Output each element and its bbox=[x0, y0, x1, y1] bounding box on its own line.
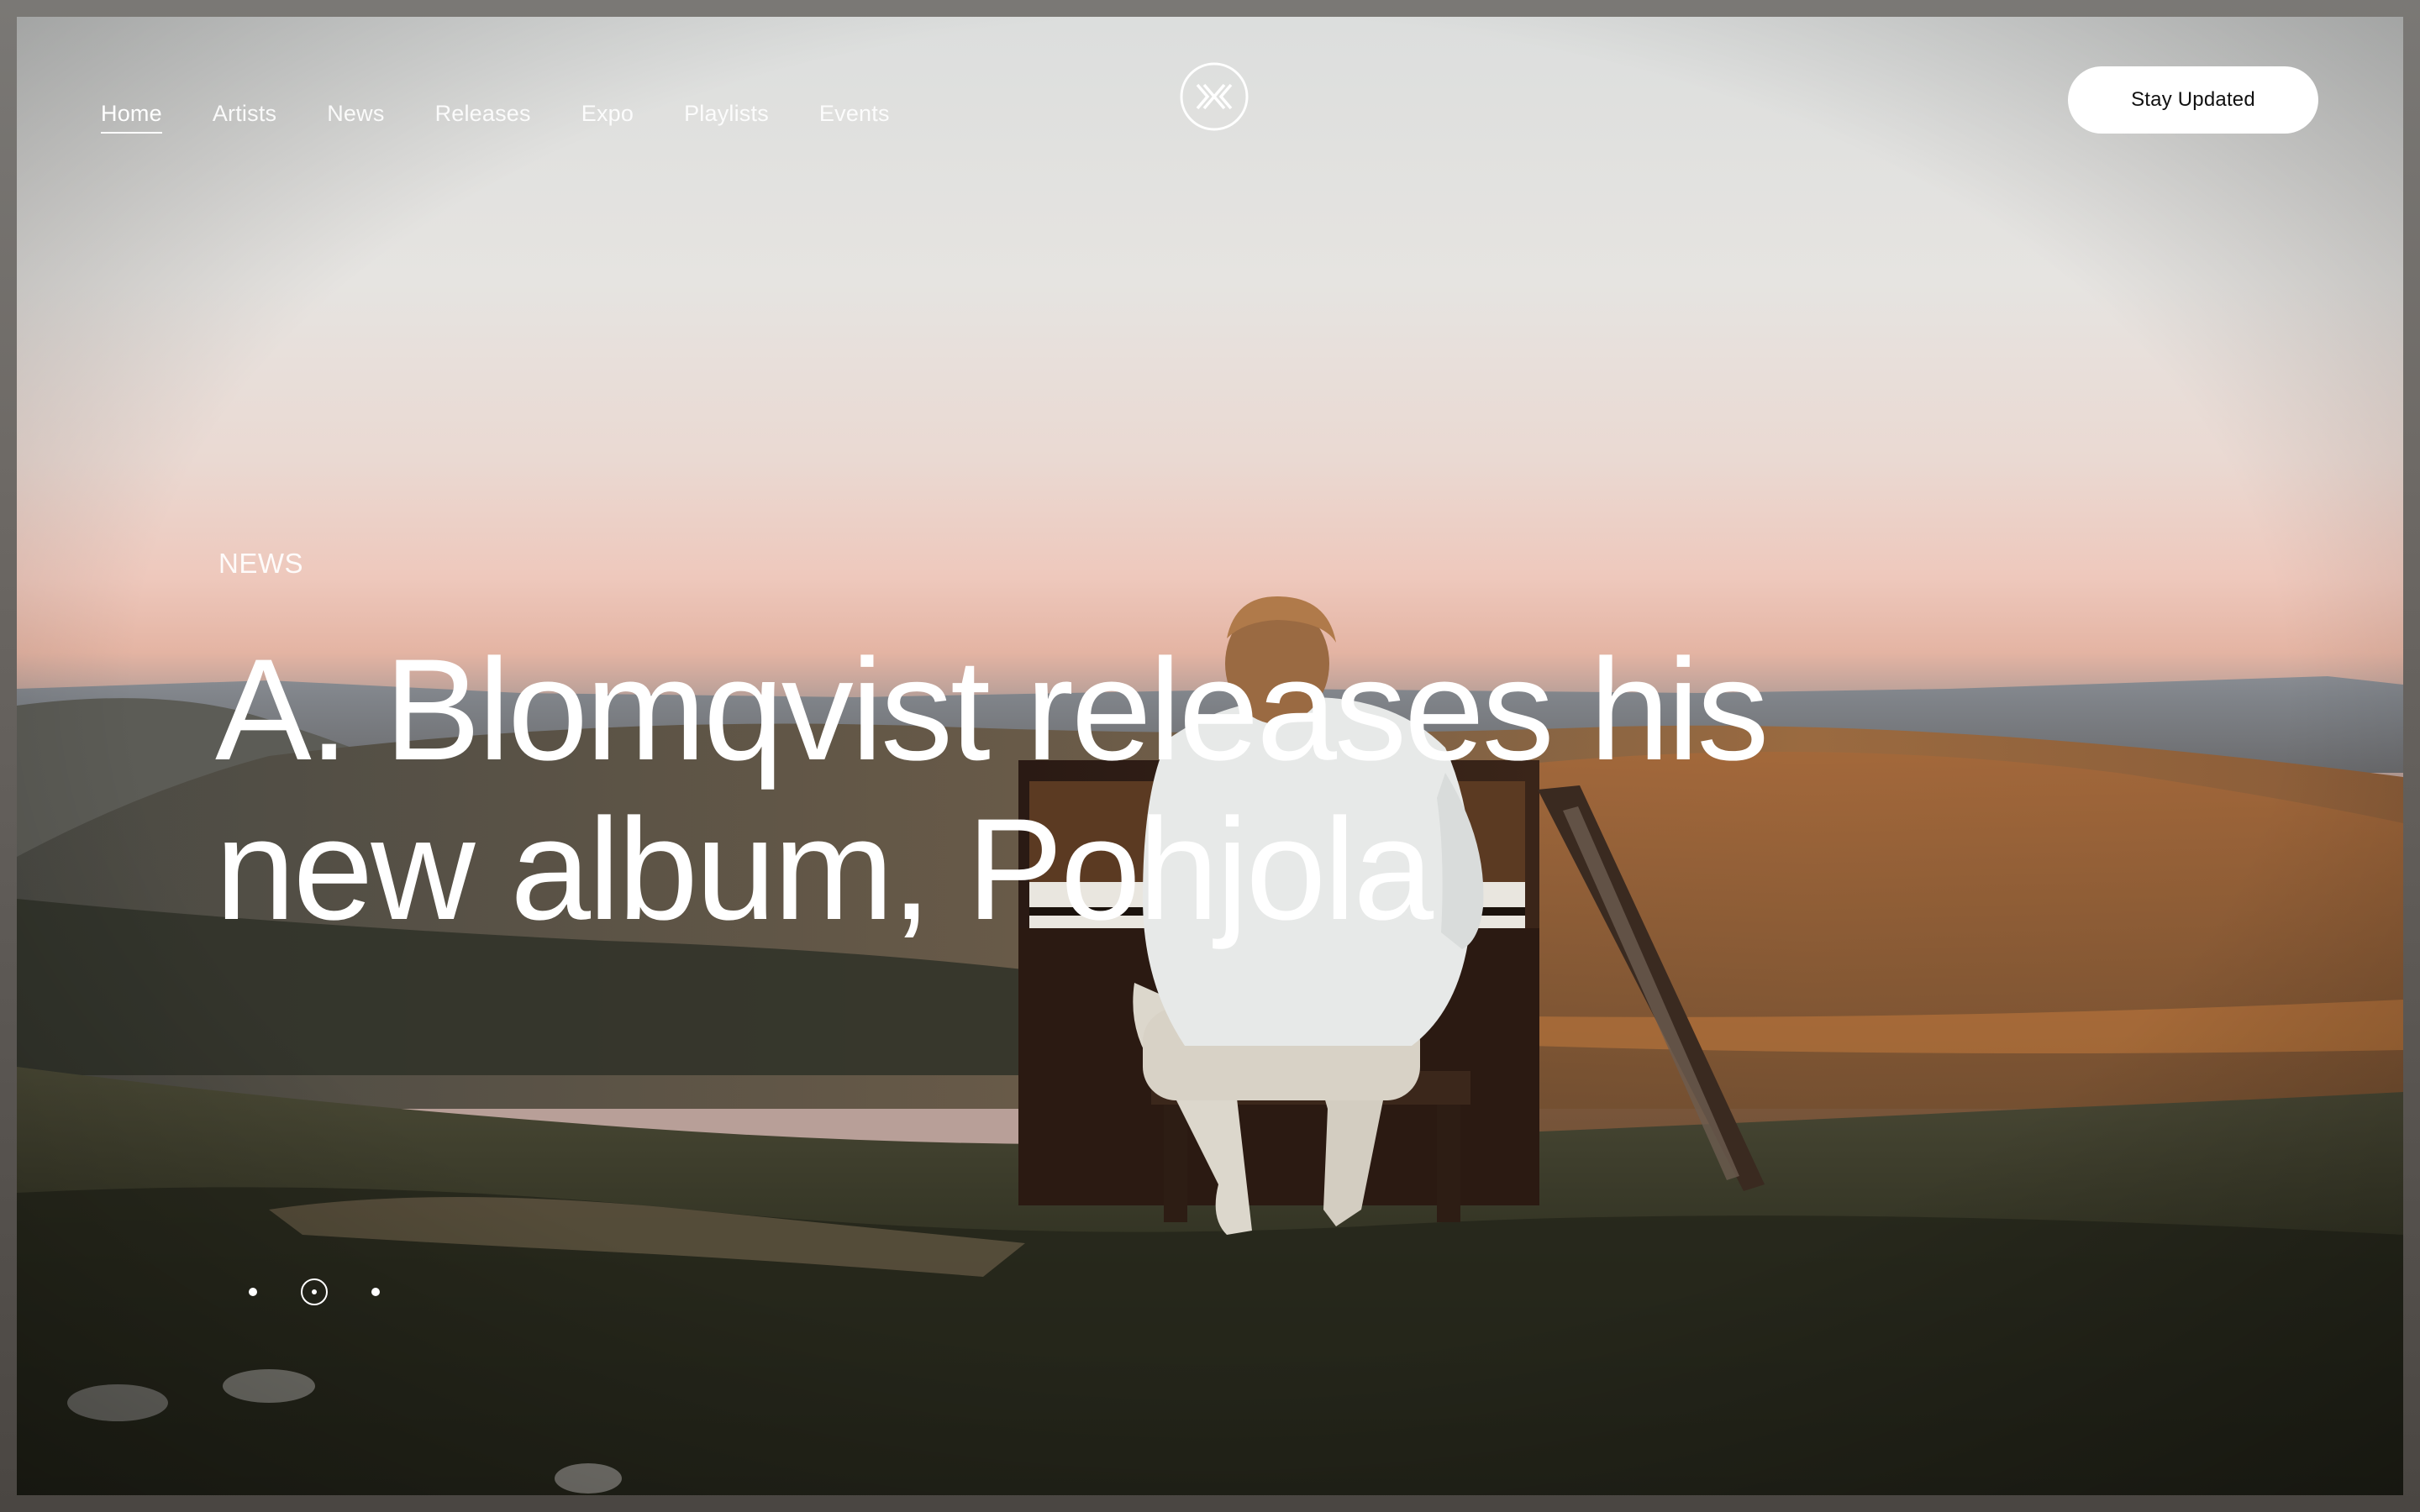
nav-events[interactable]: Events bbox=[819, 101, 890, 134]
nav-playlists[interactable]: Playlists bbox=[684, 101, 769, 134]
active-dot-center bbox=[312, 1289, 317, 1294]
main-nav: Home Artists News Releases Expo Playlist… bbox=[101, 101, 890, 134]
stay-updated-button[interactable]: Stay Updated bbox=[2068, 66, 2318, 134]
browser-frame: Home Artists News Releases Expo Playlist… bbox=[0, 0, 2420, 1512]
nav-expo[interactable]: Expo bbox=[581, 101, 634, 134]
nav-home[interactable]: Home bbox=[101, 101, 162, 134]
slide-dot-2-active[interactable] bbox=[301, 1278, 328, 1305]
hero-banner: Home Artists News Releases Expo Playlist… bbox=[17, 17, 2403, 1495]
nav-releases[interactable]: Releases bbox=[435, 101, 531, 134]
slide-dot-1[interactable] bbox=[249, 1288, 257, 1296]
nav-news[interactable]: News bbox=[327, 101, 384, 134]
slide-dot-3[interactable] bbox=[371, 1288, 380, 1296]
monogram-logo-icon[interactable] bbox=[1179, 61, 1249, 132]
hero-headline[interactable]: A. Blomqvist releases his new album, Poh… bbox=[215, 630, 1812, 949]
slide-pager bbox=[249, 1278, 380, 1305]
category-label: NEWS bbox=[218, 548, 303, 579]
nav-artists[interactable]: Artists bbox=[213, 101, 276, 134]
